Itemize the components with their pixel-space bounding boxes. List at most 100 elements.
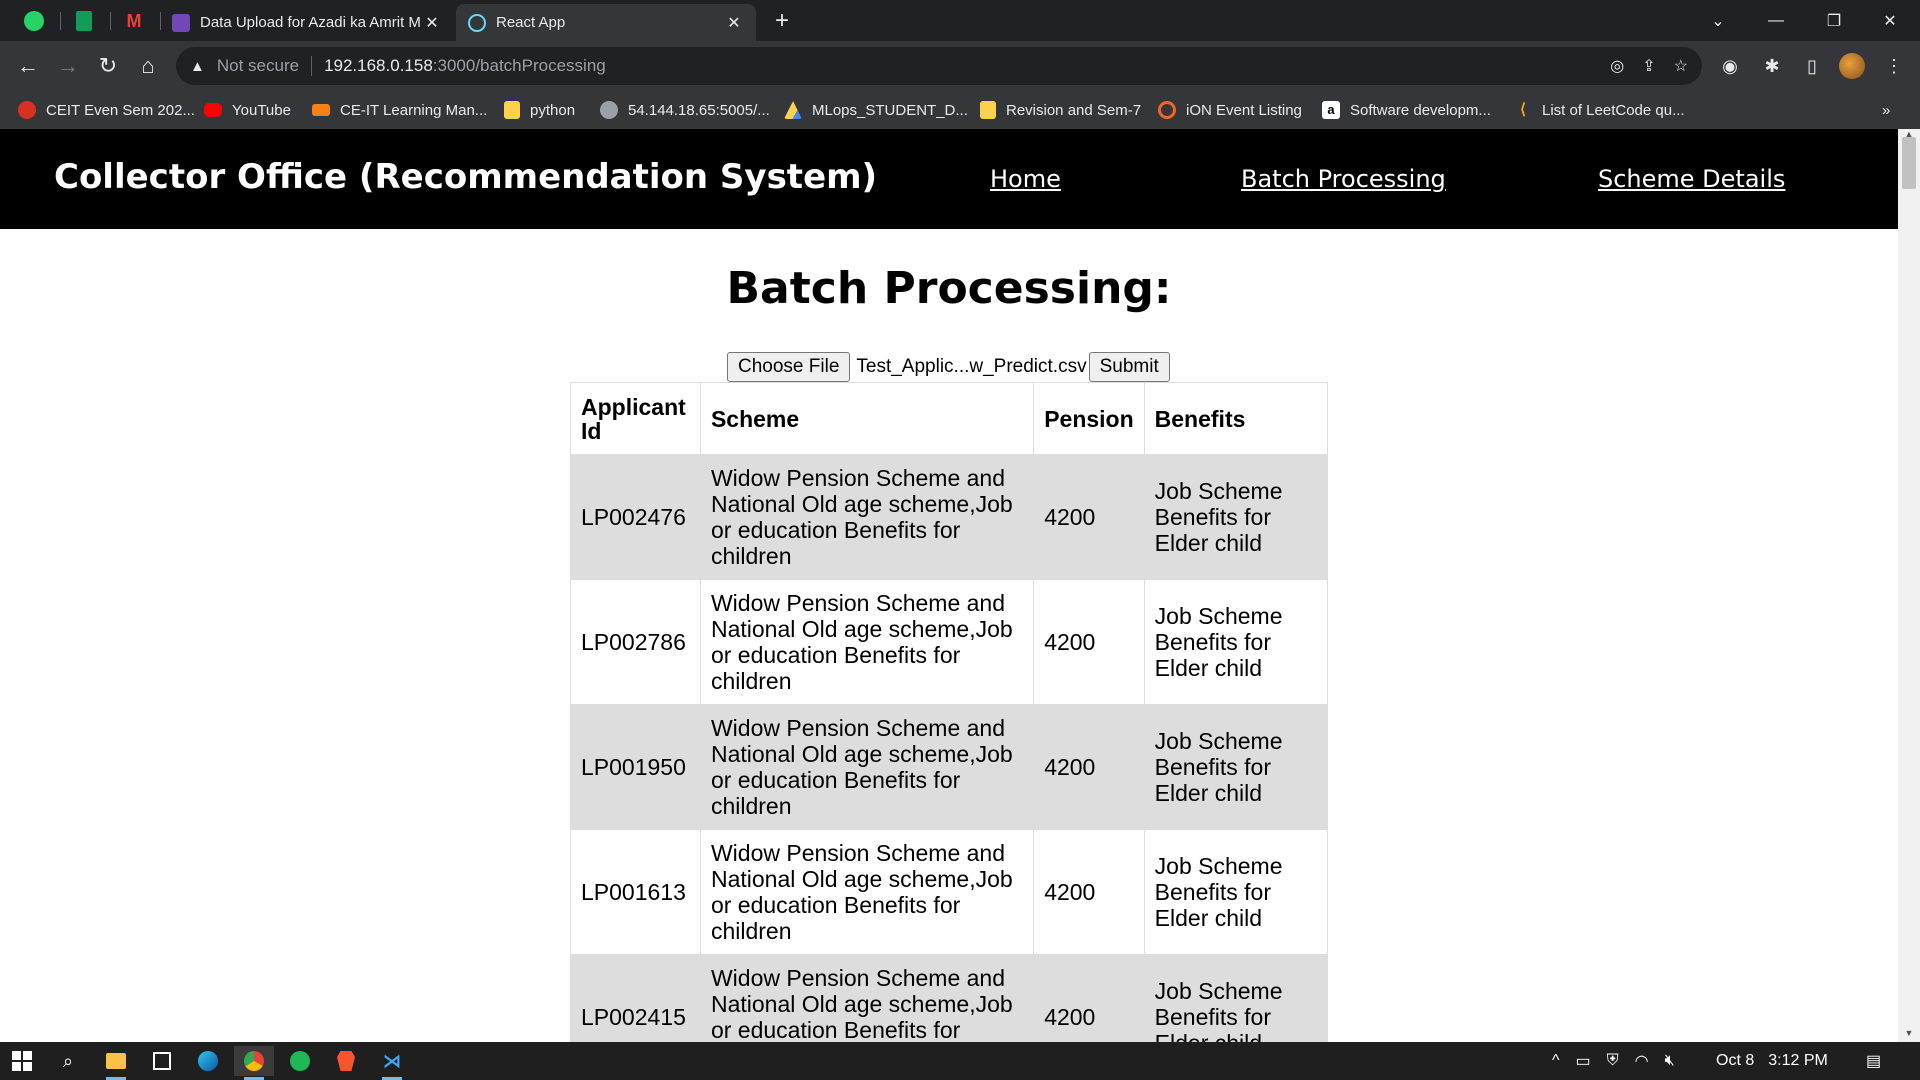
taskbar-search-button[interactable]: ⌕ bbox=[48, 1046, 88, 1076]
date-text: Oct 8 bbox=[1716, 1052, 1755, 1069]
nav-home-link[interactable]: Home bbox=[990, 165, 1061, 193]
page-scrollbar[interactable]: ▲ ▼ bbox=[1898, 129, 1920, 1042]
bookmark-label: CEIT Even Sem 202... bbox=[46, 101, 195, 119]
column-header-applicant-id: Applicant Id bbox=[570, 382, 701, 455]
bookmark-ion[interactable]: iON Event Listing bbox=[1158, 91, 1302, 129]
time-text: 3:12 PM bbox=[1768, 1052, 1828, 1069]
bookmark-label: python bbox=[530, 101, 576, 119]
react-icon bbox=[468, 13, 486, 32]
sheets-icon bbox=[76, 11, 92, 31]
scheme-cell: Widow Pension Scheme and National Old ag… bbox=[699, 954, 1035, 1042]
security-label: Not secure bbox=[216, 56, 300, 75]
back-button[interactable]: ← bbox=[12, 50, 44, 82]
url-host: 192.168.0.158 bbox=[324, 56, 433, 75]
bookmark-label: List of LeetCode qu... bbox=[1542, 101, 1685, 119]
extensions-menu-button[interactable]: ✱ bbox=[1756, 50, 1788, 82]
close-icon: ✕ bbox=[1883, 12, 1897, 30]
pinned-tab-gmail[interactable]: M bbox=[112, 6, 156, 36]
volume-muted-icon[interactable]: 🔇︎ bbox=[1665, 1052, 1675, 1070]
leetcode-icon: ⟨ bbox=[1520, 101, 1526, 118]
address-bar[interactable]: ▲ Not secure 192.168.0.158:3000/batchPro… bbox=[176, 47, 1702, 85]
scheme-cell: Widow Pension Scheme and National Old ag… bbox=[699, 579, 1035, 705]
start-button[interactable] bbox=[2, 1046, 42, 1076]
minimize-icon: — bbox=[1768, 11, 1784, 29]
forms-icon bbox=[172, 13, 190, 32]
amazon-icon: a bbox=[1322, 101, 1340, 119]
forward-button[interactable]: → bbox=[52, 50, 84, 82]
restore-button[interactable]: ❐ bbox=[1806, 0, 1862, 41]
tab-title: React App bbox=[496, 14, 566, 31]
edge-icon bbox=[198, 1051, 218, 1071]
bookmarks-bar: CEIT Even Sem 202... YouTube CE-IT Learn… bbox=[0, 91, 1920, 129]
chevron-up-icon[interactable]: ^ bbox=[1552, 1052, 1560, 1070]
menu-button[interactable]: ⋮ bbox=[1878, 50, 1910, 82]
taskbar-vscode[interactable]: ⋊ bbox=[372, 1046, 412, 1080]
applicant-id-cell: LP002786 bbox=[570, 579, 701, 705]
bookmark-label: MLops_STUDENT_D... bbox=[812, 101, 968, 119]
benefits-cell: Job Scheme Benefits for Elder child bbox=[1143, 829, 1329, 955]
bookmark-ce-it-learning[interactable]: CE-IT Learning Man... bbox=[312, 91, 487, 129]
close-window-button[interactable]: ✕ bbox=[1862, 0, 1918, 41]
extension-button[interactable]: ◉ bbox=[1714, 50, 1746, 82]
bookmark-software[interactable]: a Software developm... bbox=[1322, 91, 1491, 129]
taskbar-chrome[interactable] bbox=[234, 1046, 274, 1080]
applicant-id-cell: LP002415 bbox=[570, 954, 701, 1042]
taskbar-edge[interactable] bbox=[188, 1046, 228, 1076]
reload-button[interactable]: ↻ bbox=[92, 50, 124, 82]
bookmark-ceit[interactable]: CEIT Even Sem 202... bbox=[18, 91, 195, 129]
taskbar-file-explorer[interactable] bbox=[96, 1046, 136, 1080]
spotify-icon bbox=[290, 1051, 310, 1071]
taskbar-brave[interactable] bbox=[326, 1046, 366, 1076]
bookmark-leetcode[interactable]: ⟨ List of LeetCode qu... bbox=[1514, 91, 1685, 129]
bookmark-revision[interactable]: Revision and Sem-7 bbox=[980, 91, 1141, 129]
vscode-icon: ⋊ bbox=[383, 1050, 401, 1071]
pension-cell: 4200 bbox=[1033, 579, 1145, 705]
bookmark-ip-address[interactable]: 54.144.18.65:5005/... bbox=[600, 91, 770, 129]
minimize-button[interactable]: — bbox=[1748, 0, 1804, 41]
submit-button[interactable]: Submit bbox=[1088, 352, 1170, 382]
reload-icon: ↻ bbox=[98, 53, 118, 78]
browser-toolbar: ← → ↻ ⌂ ▲ Not secure 192.168.0.158:3000/… bbox=[0, 41, 1920, 91]
nav-batch-processing-link[interactable]: Batch Processing bbox=[1241, 165, 1446, 193]
bookmark-mlops[interactable]: MLops_STUDENT_D... bbox=[784, 91, 968, 129]
taskbar-store[interactable] bbox=[142, 1046, 182, 1076]
table-row: LP001950 Widow Pension Scheme and Nation… bbox=[570, 704, 1329, 830]
applicant-id-cell: LP001950 bbox=[570, 704, 701, 830]
bookmark-label: YouTube bbox=[232, 101, 291, 119]
wifi-icon[interactable]: ◠ bbox=[1635, 1051, 1649, 1071]
choose-file-button[interactable]: Choose File bbox=[727, 352, 851, 382]
eye-off-icon[interactable]: ◎ bbox=[1610, 56, 1624, 76]
home-icon: ⌂ bbox=[141, 53, 155, 78]
home-button[interactable]: ⌂ bbox=[132, 50, 164, 82]
star-icon[interactable]: ☆ bbox=[1674, 56, 1688, 76]
globe-icon bbox=[600, 101, 618, 119]
bookmark-python[interactable]: python bbox=[504, 91, 575, 129]
close-icon[interactable]: ✕ bbox=[724, 13, 744, 33]
share-icon[interactable]: ⇪ bbox=[1642, 56, 1655, 76]
tab-react-app[interactable]: React App ✕ bbox=[456, 4, 756, 41]
tab-data-upload[interactable]: Data Upload for Azadi ka Amrit M ✕ bbox=[160, 4, 454, 41]
more-bookmarks-button[interactable]: » bbox=[1882, 91, 1890, 129]
chevron-double-right-icon: » bbox=[1882, 101, 1891, 119]
clock[interactable]: Oct 8 3:12 PM bbox=[1716, 1042, 1828, 1080]
battery-icon[interactable]: ▭ bbox=[1576, 1051, 1591, 1071]
bookmark-youtube[interactable]: YouTube bbox=[204, 91, 291, 129]
table-row: LP002786 Widow Pension Scheme and Nation… bbox=[570, 579, 1329, 705]
profile-button[interactable] bbox=[1836, 50, 1868, 82]
nav-scheme-details-link[interactable]: Scheme Details bbox=[1598, 165, 1785, 193]
scroll-down-icon[interactable]: ▼ bbox=[1898, 1028, 1920, 1042]
taskbar-spotify[interactable] bbox=[280, 1046, 320, 1076]
tab-search-button[interactable]: ⌄ bbox=[1690, 0, 1746, 41]
close-icon[interactable]: ✕ bbox=[422, 13, 442, 33]
scrollbar-thumb[interactable] bbox=[1902, 137, 1916, 189]
benefits-cell: Job Scheme Benefits for Elder child bbox=[1143, 954, 1329, 1042]
pinned-tab-sheets[interactable] bbox=[62, 6, 106, 36]
pinned-tab-whatsapp[interactable] bbox=[12, 6, 56, 36]
app-navbar: Collector Office (Recommendation System)… bbox=[0, 129, 1898, 229]
shield-icon[interactable]: ⛨ bbox=[1607, 1052, 1619, 1070]
new-tab-button[interactable]: + bbox=[764, 6, 800, 36]
notification-center-button[interactable]: ▤ bbox=[1866, 1042, 1881, 1080]
side-panel-button[interactable]: ▯ bbox=[1796, 50, 1828, 82]
table-row: LP002476 Widow Pension Scheme and Nation… bbox=[570, 454, 1329, 580]
scheme-cell: Widow Pension Scheme and National Old ag… bbox=[699, 829, 1035, 955]
